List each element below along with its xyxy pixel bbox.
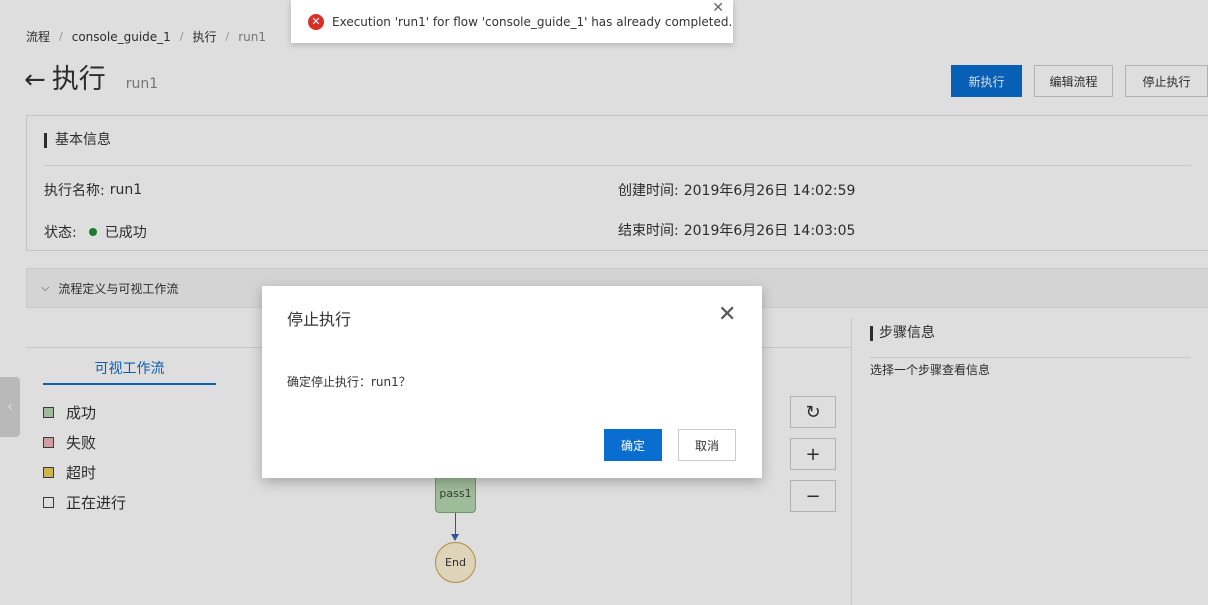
error-icon: ✕ [308, 13, 324, 30]
dialog-title: 停止执行 [287, 310, 352, 329]
error-toast: ✕ Execution 'run1' for flow 'console_gui… [291, 0, 733, 43]
close-icon[interactable]: ✕ [712, 0, 724, 16]
execution-page: 流程 / console_guide_1 / 执行 / run1 ← 执行 ru… [0, 0, 1208, 605]
stop-execution-dialog: 停止执行 ✕ 确定停止执行：run1？ 确定 取消 [262, 286, 762, 478]
cancel-button[interactable]: 取消 [678, 429, 736, 461]
toast-message: Execution 'run1' for flow 'console_guide… [332, 14, 733, 29]
confirm-button[interactable]: 确定 [604, 429, 662, 461]
dialog-message: 确定停止执行：run1？ [287, 375, 411, 389]
close-icon[interactable]: ✕ [718, 304, 736, 326]
